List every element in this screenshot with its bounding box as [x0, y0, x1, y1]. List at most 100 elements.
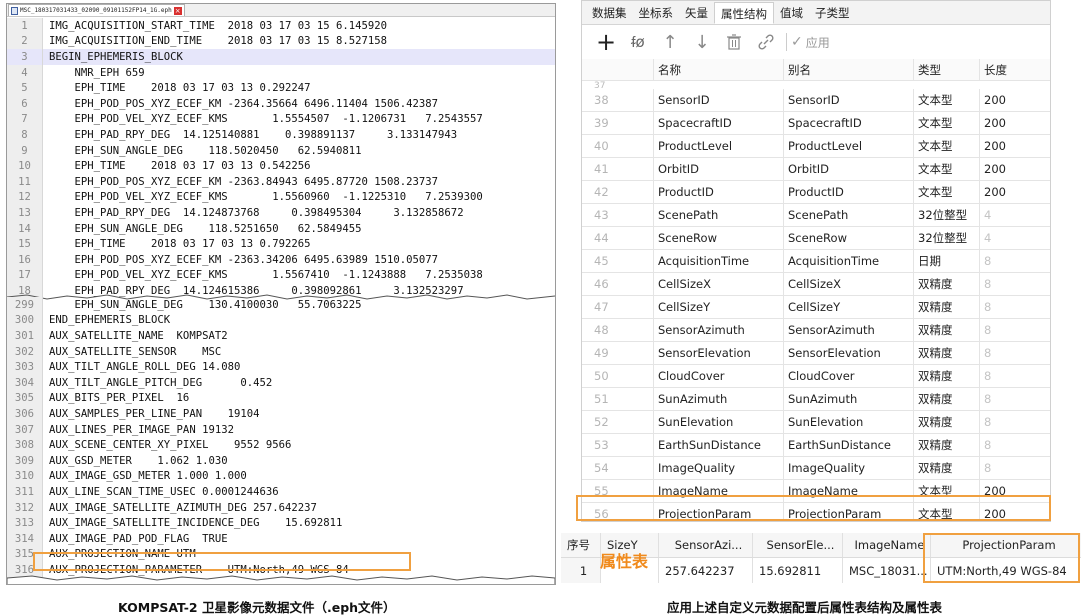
- code-line[interactable]: 312 AUX_IMAGE_SATELLITE_AZIMUTH_DEG 257.6…: [7, 499, 555, 516]
- code-line[interactable]: 10 EPH_TIME 2018 03 17 03 13 0.542256: [7, 158, 555, 174]
- attribute-row[interactable]: 39 SpacecraftID SpacecraftID 文本型 200: [582, 112, 1050, 135]
- code-line[interactable]: 314 AUX_IMAGE_PAD_POD_FLAG TRUE: [7, 530, 555, 547]
- row-type: 双精度: [914, 342, 980, 364]
- row-alias: CellSizeX: [784, 273, 914, 295]
- file-tab[interactable]: MSC_180317031433_02090_09101152FP14_1G.e…: [8, 4, 185, 16]
- header-length[interactable]: 长度: [980, 59, 1050, 80]
- line-number: 17: [7, 267, 43, 284]
- row-index: 42: [582, 181, 654, 203]
- attribute-row[interactable]: 40 ProductLevel ProductLevel 文本型 200: [582, 135, 1050, 158]
- col-sensor-azimuth[interactable]: SensorAzi...: [659, 533, 753, 557]
- attribute-row[interactable]: 51 SunAzimuth SunAzimuth 双精度 8: [582, 388, 1050, 411]
- line-text: AUX_GSD_METER 1.062 1.030: [49, 454, 228, 467]
- add-field-icon[interactable]: +: [590, 28, 622, 56]
- tab-vector[interactable]: 矢量: [679, 2, 714, 24]
- code-line[interactable]: 14 EPH_SUN_ANGLE_DEG 118.5251650 62.5849…: [7, 220, 555, 237]
- code-line[interactable]: 1 IMG_ACQUISITION_START_TIME 2018 03 17 0…: [7, 18, 555, 34]
- attribute-row[interactable]: 47 CellSizeY CellSizeY 双精度 8: [582, 296, 1050, 319]
- line-text: EPH_POD_POS_XYZ_ECEF_KM -2363.84943 6495…: [49, 175, 439, 188]
- code-line[interactable]: 306 AUX_SAMPLES_PER_LINE_PAN 19104: [7, 406, 555, 422]
- row-type: 双精度: [914, 319, 980, 341]
- code-line[interactable]: 304 AUX_TILT_ANGLE_PITCH_DEG 0.452: [7, 374, 555, 391]
- row-type: 文本型: [914, 89, 980, 111]
- code-line[interactable]: 3 BEGIN_EPHEMERIS_BLOCK: [7, 49, 555, 65]
- code-line[interactable]: 300 END_EPHEMERIS_BLOCK: [7, 312, 555, 329]
- line-text: EPH_SUN_ANGLE_DEG 118.5020450 62.5940811: [49, 144, 362, 157]
- code-line[interactable]: 302 AUX_SATELLITE_SENSOR MSC: [7, 343, 555, 360]
- attribute-row[interactable]: 50 CloudCover CloudCover 双精度 8: [582, 365, 1050, 388]
- code-line[interactable]: 9 EPH_SUN_ANGLE_DEG 118.5020450 62.59408…: [7, 142, 555, 159]
- link-icon[interactable]: [750, 28, 782, 56]
- code-view-bottom[interactable]: 299 EPH_SUN_ANGLE_DEG 130.4100030 55.706…: [7, 297, 555, 578]
- attribute-row[interactable]: 38 SensorID SensorID 文本型 200: [582, 89, 1050, 112]
- code-line[interactable]: 2 IMG_ACQUISITION_END_TIME 2018 03 17 03 …: [7, 33, 555, 50]
- delete-icon[interactable]: [718, 28, 750, 56]
- code-line[interactable]: 305 AUX_BITS_PER_PIXEL 16: [7, 390, 555, 407]
- line-number: 303: [7, 359, 43, 375]
- code-line[interactable]: 311 AUX_LINE_SCAN_TIME_USEC 0.0001244636: [7, 484, 555, 500]
- tab-coordinate-system[interactable]: 坐标系: [633, 2, 680, 24]
- code-line[interactable]: 308 AUX_SCENE_CENTER_XY_PIXEL 9552 9566: [7, 437, 555, 453]
- line-number: 310: [7, 468, 43, 485]
- header-alias[interactable]: 别名: [784, 59, 914, 80]
- code-view-top[interactable]: 1 IMG_ACQUISITION_START_TIME 2018 03 17 0…: [7, 18, 555, 299]
- row-type: 双精度: [914, 457, 980, 479]
- code-line[interactable]: 307 AUX_LINES_PER_IMAGE_PAN 19132: [7, 421, 555, 438]
- row-length: 8: [984, 415, 992, 429]
- tab-attribute-structure[interactable]: 属性结构: [714, 1, 774, 24]
- col-sensor-elevation[interactable]: SensorEle...: [753, 533, 843, 557]
- attribute-row[interactable]: 49 SensorElevation SensorElevation 双精度 8: [582, 342, 1050, 365]
- attribute-row[interactable]: 52 SunElevation SunElevation 双精度 8: [582, 411, 1050, 434]
- code-line[interactable]: 16 EPH_POD_POS_XYZ_ECEF_KM -2363.34206 6…: [7, 251, 555, 268]
- code-line[interactable]: 309 AUX_GSD_METER 1.062 1.030: [7, 452, 555, 469]
- code-line[interactable]: 13 EPH_PAD_RPY_DEG 14.124873768 0.398495…: [7, 205, 555, 221]
- line-number: 309: [7, 452, 43, 469]
- code-line[interactable]: 8 EPH_PAD_RPY_DEG 14.125140881 0.3988911…: [7, 127, 555, 143]
- attribute-row[interactable]: 46 CellSizeX CellSizeX 双精度 8: [582, 273, 1050, 296]
- cell-image-name: MSC_18031...: [843, 558, 931, 583]
- code-line[interactable]: 7 EPH_POD_VEL_XYZ_ECEF_KMS 1.5554507 -1.…: [7, 111, 555, 128]
- line-text: BEGIN_EPHEMERIS_BLOCK: [43, 50, 183, 63]
- line-number: 16: [7, 251, 43, 268]
- header-type[interactable]: 类型: [914, 59, 980, 80]
- row-name: ProductID: [654, 181, 784, 203]
- attribute-row[interactable]: 48 SensorAzimuth SensorAzimuth 双精度 8: [582, 319, 1050, 342]
- attribute-row[interactable]: 54 ImageQuality ImageQuality 双精度 8: [582, 457, 1050, 480]
- line-number: 4: [7, 64, 43, 81]
- apply-button[interactable]: ✓ 应用: [791, 34, 830, 51]
- attribute-row[interactable]: 43 ScenePath ScenePath 32位整型 4: [582, 204, 1050, 227]
- caption-right: 应用上述自定义元数据配置后属性表结构及属性表: [667, 600, 943, 615]
- move-up-icon[interactable]: ↑: [654, 28, 686, 56]
- line-number: 11: [7, 173, 43, 190]
- code-line[interactable]: 310 AUX_IMAGE_GSD_METER 1.000 1.000: [7, 468, 555, 485]
- line-text: EPH_TIME 2018 03 17 03 13 0.792265: [49, 238, 311, 251]
- code-line[interactable]: 6 EPH_POD_POS_XYZ_ECEF_KM -2364.35664 64…: [7, 95, 555, 112]
- code-line[interactable]: 12 EPH_POD_VEL_XYZ_ECEF_KMS 1.5560960 -1…: [7, 189, 555, 206]
- header-name[interactable]: 名称: [654, 59, 784, 80]
- attribute-row[interactable]: 42 ProductID ProductID 文本型 200: [582, 181, 1050, 204]
- code-line[interactable]: 313 AUX_IMAGE_SATELLITE_INCIDENCE_DEG 15.…: [7, 515, 555, 531]
- attribute-row[interactable]: 45 AcquisitionTime AcquisitionTime 日期 8: [582, 250, 1050, 273]
- line-number: 14: [7, 220, 43, 237]
- code-line[interactable]: 15 EPH_TIME 2018 03 17 03 13 0.792265: [7, 236, 555, 252]
- code-line[interactable]: 4 NMR_EPH 659: [7, 64, 555, 81]
- close-tab-icon[interactable]: ×: [173, 6, 182, 15]
- code-line[interactable]: 11 EPH_POD_POS_XYZ_ECEF_KM -2363.84943 6…: [7, 173, 555, 190]
- move-down-icon[interactable]: ↓: [686, 28, 718, 56]
- attribute-row[interactable]: 44 SceneRow SceneRow 32位整型 4: [582, 227, 1050, 250]
- code-line[interactable]: 303 AUX_TILT_ANGLE_ROLL_DEG 14.080: [7, 359, 555, 375]
- code-line[interactable]: 17 EPH_POD_VEL_XYZ_ECEF_KMS 1.5567410 -1…: [7, 267, 555, 284]
- code-line[interactable]: 5 EPH_TIME 2018 03 17 03 13 0.292247: [7, 80, 555, 96]
- field-formula-icon[interactable]: ᵮø: [622, 28, 654, 56]
- line-number: 302: [7, 343, 43, 360]
- tab-dataset[interactable]: 数据集: [586, 2, 633, 24]
- col-seq[interactable]: 序号: [561, 533, 601, 557]
- attribute-row[interactable]: 53 EarthSunDistance EarthSunDistance 双精度 8: [582, 434, 1050, 457]
- code-line[interactable]: 299 EPH_SUN_ANGLE_DEG 130.4100030 55.706…: [7, 297, 555, 313]
- attribute-row[interactable]: 41 OrbitID OrbitID 文本型 200: [582, 158, 1050, 181]
- col-image-name[interactable]: ImageName: [843, 533, 931, 557]
- tab-domain[interactable]: 值域: [774, 2, 809, 24]
- code-line[interactable]: 301 AUX_SATELLITE_NAME KOMPSAT2: [7, 328, 555, 344]
- tab-subtype[interactable]: 子类型: [809, 2, 856, 24]
- line-number: 306: [7, 406, 43, 422]
